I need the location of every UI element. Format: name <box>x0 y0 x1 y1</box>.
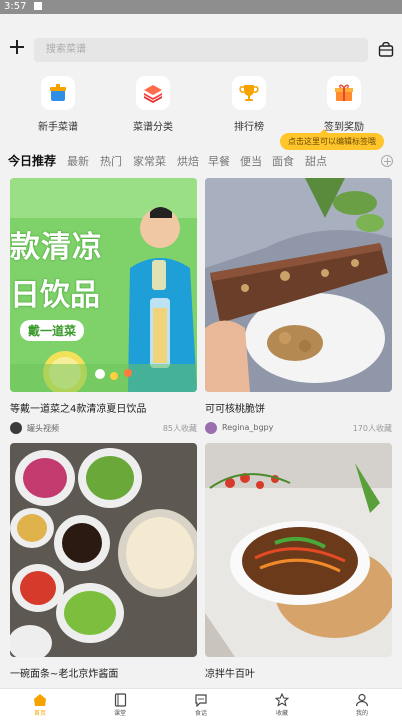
tab-food-talk[interactable]: 食话 <box>171 692 231 717</box>
recipe-title: 可可核桃脆饼 <box>205 404 265 415</box>
search-input[interactable]: 搜索菜谱 <box>34 38 368 62</box>
category-label: 排行榜 <box>234 122 264 133</box>
layers-icon <box>136 76 170 110</box>
avatar[interactable] <box>10 422 22 434</box>
category-ranking[interactable]: 排行榜 <box>214 76 284 133</box>
shopping-basket-icon[interactable] <box>378 42 394 57</box>
recipe-card[interactable]: 凉拌牛百叶 <box>205 443 392 680</box>
recipe-card[interactable]: 款清凉 日饮品 戴一道菜 等戴一道菜之4款清凉夏日饮品 罐头视频 85人收藏 <box>10 178 197 435</box>
user-icon <box>332 692 392 708</box>
tab-latest[interactable]: 最新 <box>67 153 89 169</box>
tab-home[interactable]: 首页 <box>10 692 70 717</box>
recipe-image <box>205 178 392 392</box>
recipe-image-text: 款清凉 日饮品 戴一道菜 <box>10 222 128 341</box>
tab-label: 收藏 <box>275 710 288 717</box>
recipe-image <box>205 443 392 657</box>
author-name[interactable]: 罐头视频 <box>27 423 59 434</box>
tab-popular[interactable]: 热门 <box>100 153 122 169</box>
tab-breakfast[interactable]: 早餐 <box>208 153 230 169</box>
bottom-tab-bar: 首页 课堂 食话 收藏 我的 <box>0 688 402 720</box>
pot-icon <box>41 76 75 110</box>
tab-label: 我的 <box>355 710 368 717</box>
tab-home-cooking[interactable]: 家常菜 <box>133 153 166 169</box>
tab-label: 首页 <box>33 710 46 717</box>
recipe-tabs: 今日推荐 最新 热门 家常菜 烘焙 早餐 便当 面食 甜点 <box>0 148 402 174</box>
recipe-image: 款清凉 日饮品 戴一道菜 <box>10 178 197 392</box>
category-label: 新手菜谱 <box>38 122 78 133</box>
add-tab-icon[interactable] <box>381 155 393 167</box>
tab-favorites[interactable]: 收藏 <box>252 692 312 717</box>
category-beginner[interactable]: 新手菜谱 <box>23 76 93 133</box>
tab-me[interactable]: 我的 <box>332 692 392 717</box>
tab-bento[interactable]: 便当 <box>240 153 262 169</box>
notification-icon <box>34 2 43 10</box>
favorites-count: 170人收藏 <box>352 424 392 433</box>
tab-recommended[interactable]: 今日推荐 <box>8 152 56 169</box>
tab-label: 食话 <box>194 710 207 717</box>
add-icon[interactable] <box>10 40 24 54</box>
recipe-card[interactable]: 一碗面条~老北京炸酱面 <box>10 443 197 680</box>
star-icon <box>252 692 312 708</box>
recipe-title: 凉拌牛百叶 <box>205 669 255 680</box>
tab-label: 课堂 <box>113 710 126 717</box>
recipe-meta: 罐头视频 85人收藏 <box>10 421 197 435</box>
status-bar: 3:57 <box>0 0 402 14</box>
home-icon <box>10 692 70 708</box>
status-time: 3:57 <box>4 1 27 12</box>
category-checkin-rewards[interactable]: 签到奖励 <box>309 76 379 133</box>
recipe-meta: Regina_bgpy 170人收藏 <box>205 421 392 435</box>
tab-noodles[interactable]: 面食 <box>272 153 294 169</box>
tab-classroom[interactable]: 课堂 <box>90 692 150 717</box>
category-recipe-types[interactable]: 菜谱分类 <box>118 76 188 133</box>
author-name[interactable]: Regina_bgpy <box>222 423 273 432</box>
recipe-title: 一碗面条~老北京炸酱面 <box>10 669 119 680</box>
favorites-count: 85人收藏 <box>162 424 197 433</box>
recipe-image <box>10 443 197 657</box>
category-label: 菜谱分类 <box>133 122 173 133</box>
gift-icon <box>327 76 361 110</box>
recipe-title: 等戴一道菜之4款清凉夏日饮品 <box>10 404 147 415</box>
tab-baking[interactable]: 烘焙 <box>177 153 199 169</box>
chat-icon <box>171 692 231 708</box>
trophy-icon <box>232 76 266 110</box>
book-icon <box>90 692 150 708</box>
recipe-card[interactable]: 可可核桃脆饼 Regina_bgpy 170人收藏 <box>205 178 392 435</box>
tab-desserts[interactable]: 甜点 <box>305 153 327 169</box>
category-shortcuts: 新手菜谱 菜谱分类 排行榜 签到奖励 <box>0 70 402 140</box>
search-placeholder: 搜索菜谱 <box>46 44 86 55</box>
avatar[interactable] <box>205 422 217 434</box>
